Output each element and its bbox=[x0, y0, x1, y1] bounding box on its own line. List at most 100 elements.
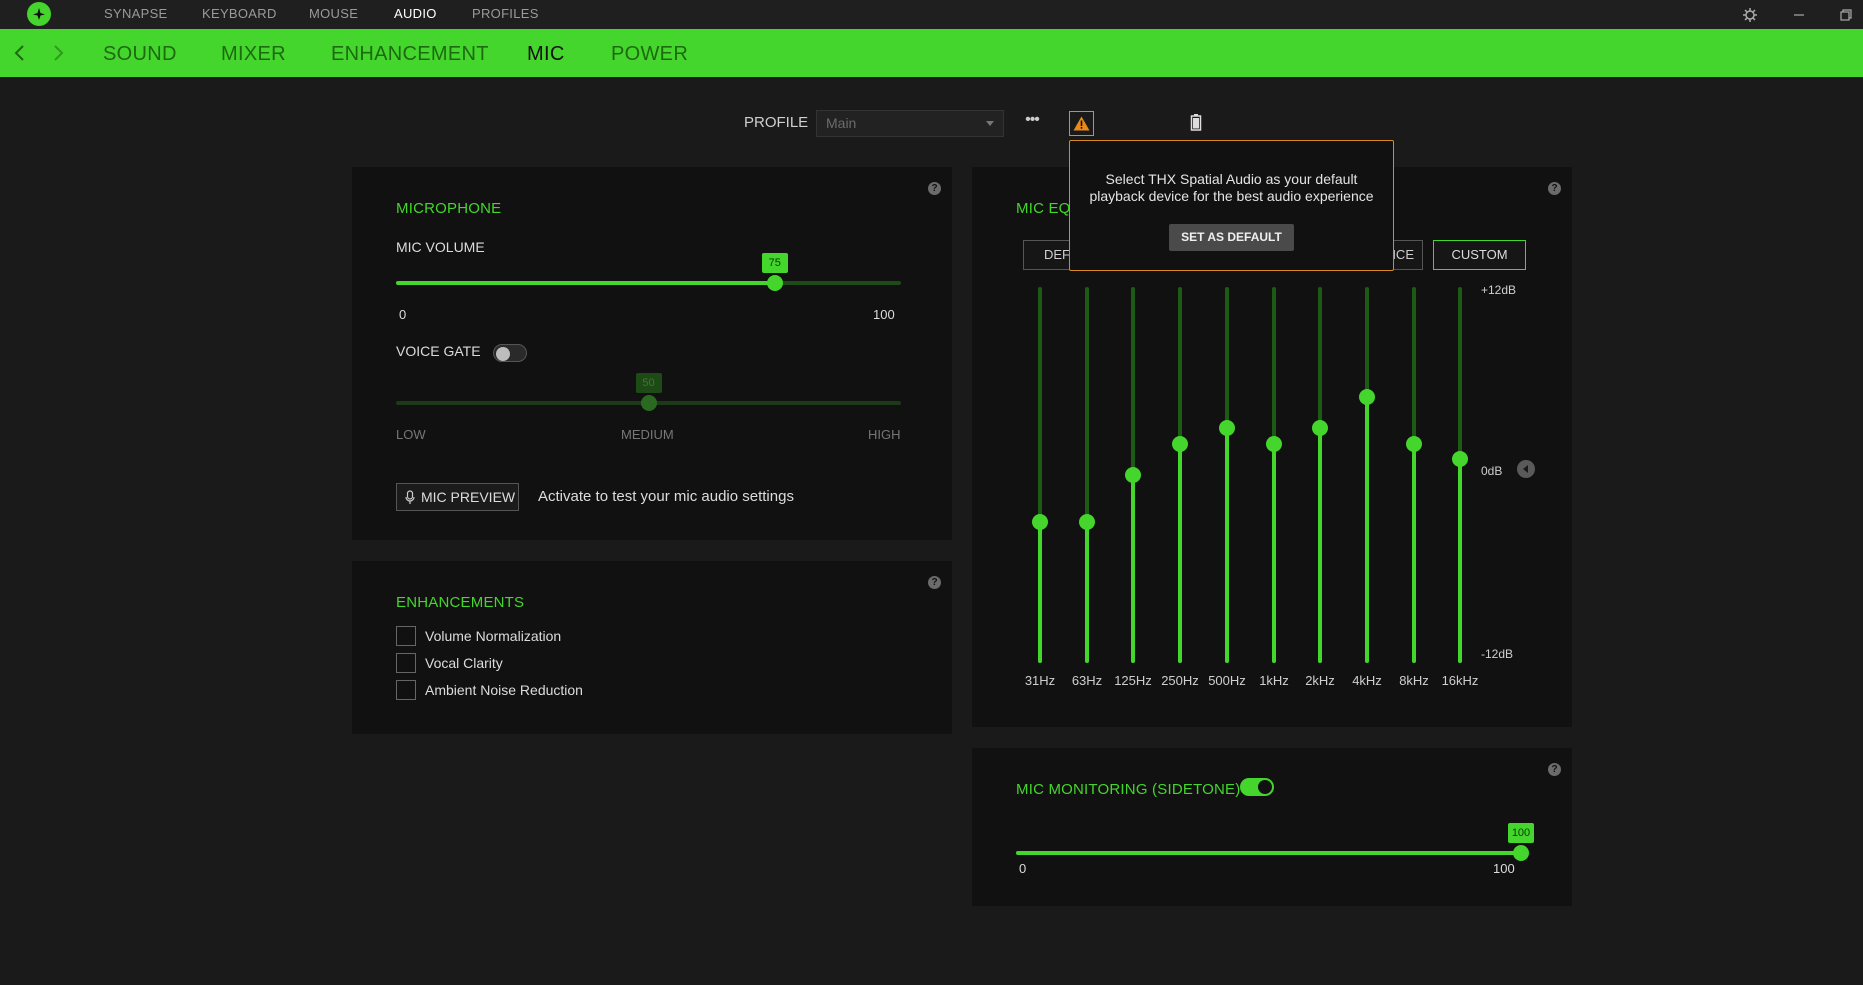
slider-thumb[interactable] bbox=[640, 395, 657, 411]
chevron-down-icon bbox=[986, 121, 994, 126]
mic-volume-max: 100 bbox=[873, 307, 895, 322]
eq-band-thumb[interactable] bbox=[1359, 388, 1375, 405]
mic-monitoring-panel: ? MIC MONITORING (SIDETONE) 100 0 100 bbox=[972, 748, 1572, 906]
enhancements-panel: ? ENHANCEMENTS Volume Normalization Voca… bbox=[352, 561, 952, 734]
sub-nav-bar: SOUND MIXER ENHANCEMENT MIC POWER bbox=[0, 29, 1863, 77]
eq-band-fill bbox=[1318, 428, 1322, 663]
mic-preview-label: MIC PREVIEW bbox=[421, 489, 516, 505]
more-options-button[interactable]: ••• bbox=[1021, 110, 1043, 136]
back-arrow-icon[interactable] bbox=[9, 42, 31, 64]
tab-profiles[interactable]: PROFILES bbox=[472, 0, 539, 29]
ambient-noise-reduction-checkbox[interactable] bbox=[396, 680, 416, 700]
eq-band-fill bbox=[1272, 443, 1276, 663]
mic-monitoring-title: MIC MONITORING (SIDETONE) bbox=[1016, 781, 1241, 798]
mic-volume-min: 0 bbox=[399, 307, 407, 322]
tab-keyboard[interactable]: KEYBOARD bbox=[202, 0, 277, 29]
tab-enhancement[interactable]: ENHANCEMENT bbox=[331, 29, 489, 77]
microphone-icon bbox=[405, 490, 415, 504]
slider-fill bbox=[1016, 851, 1521, 855]
eq-band-fill bbox=[1365, 396, 1369, 663]
slider-thumb[interactable] bbox=[766, 275, 783, 291]
voice-gate-slider[interactable]: 50 bbox=[396, 373, 901, 425]
eq-band-thumb[interactable] bbox=[1079, 514, 1095, 530]
mic-monitoring-min: 0 bbox=[1019, 861, 1027, 876]
tab-audio[interactable]: AUDIO bbox=[394, 0, 437, 29]
eq-band-fill bbox=[1178, 443, 1182, 663]
tab-power[interactable]: POWER bbox=[611, 29, 688, 77]
help-icon[interactable]: ? bbox=[1548, 763, 1561, 776]
eq-band-thumb[interactable] bbox=[1312, 420, 1328, 436]
eq-band-fill bbox=[1038, 522, 1042, 663]
enhancements-title: ENHANCEMENTS bbox=[396, 594, 525, 611]
eq-band-thumb[interactable] bbox=[1452, 451, 1468, 468]
popup-message: Select THX Spatial Audio as your default… bbox=[1089, 171, 1374, 204]
eq-band-slider[interactable] bbox=[1160, 287, 1200, 663]
eq-preset-custom-button[interactable]: CUSTOM bbox=[1433, 240, 1526, 270]
slider-fill bbox=[396, 281, 775, 285]
volume-normalization-checkbox[interactable] bbox=[396, 626, 416, 646]
vocal-clarity-checkbox[interactable] bbox=[396, 653, 416, 673]
voice-gate-toggle[interactable] bbox=[493, 344, 527, 362]
eq-band-slider[interactable] bbox=[1207, 287, 1247, 663]
tab-mixer[interactable]: MIXER bbox=[221, 29, 286, 77]
eq-band-thumb[interactable] bbox=[1125, 467, 1141, 483]
eq-band-slider[interactable] bbox=[1300, 287, 1340, 663]
eq-reset-arrow-icon[interactable] bbox=[1517, 460, 1535, 478]
top-bar: SYNAPSE KEYBOARD MOUSE AUDIO PROFILES bbox=[0, 0, 1863, 29]
thx-default-popup: Select THX Spatial Audio as your default… bbox=[1069, 140, 1394, 271]
eq-band-thumb[interactable] bbox=[1172, 435, 1188, 452]
eq-band-slider[interactable] bbox=[1020, 287, 1060, 663]
microphone-title: MICROPHONE bbox=[396, 200, 502, 217]
eq-band-label: 16kHz bbox=[1441, 673, 1479, 688]
mic-volume-slider[interactable]: 75 bbox=[396, 253, 901, 315]
eq-band-thumb[interactable] bbox=[1032, 514, 1048, 530]
eq-db-top: +12dB bbox=[1481, 283, 1517, 297]
mic-monitoring-slider[interactable]: 100 bbox=[1016, 823, 1534, 875]
help-icon[interactable]: ? bbox=[928, 182, 941, 195]
mic-preview-button[interactable]: MIC PREVIEW bbox=[396, 483, 519, 511]
maximize-icon[interactable] bbox=[1836, 5, 1856, 25]
profile-label: PROFILE bbox=[744, 114, 809, 131]
profile-selected-value: Main bbox=[826, 115, 857, 131]
help-icon[interactable]: ? bbox=[1548, 182, 1561, 195]
voice-gate-value: 50 bbox=[635, 373, 662, 393]
mic-volume-value: 75 bbox=[761, 253, 788, 273]
set-as-default-button[interactable]: SET AS DEFAULT bbox=[1169, 224, 1294, 251]
eq-band-slider[interactable] bbox=[1113, 287, 1153, 663]
eq-db-bottom: -12dB bbox=[1481, 647, 1514, 661]
warning-icon bbox=[1073, 116, 1090, 131]
slider-thumb[interactable] bbox=[1513, 845, 1529, 861]
warning-button[interactable] bbox=[1069, 111, 1094, 136]
tab-synapse[interactable]: SYNAPSE bbox=[104, 0, 168, 29]
tab-mic[interactable]: MIC bbox=[527, 29, 565, 77]
help-icon[interactable]: ? bbox=[928, 576, 941, 589]
eq-band-thumb[interactable] bbox=[1406, 435, 1422, 452]
razer-logo-icon[interactable] bbox=[27, 2, 51, 26]
eq-band-fill bbox=[1131, 475, 1135, 663]
eq-band-slider[interactable] bbox=[1440, 287, 1480, 663]
eq-band-slider[interactable] bbox=[1394, 287, 1434, 663]
eq-band-thumb[interactable] bbox=[1266, 435, 1282, 452]
mic-monitoring-value: 100 bbox=[1508, 823, 1534, 843]
eq-db-mid: 0dB bbox=[1481, 464, 1503, 478]
tab-mouse[interactable]: MOUSE bbox=[309, 0, 358, 29]
settings-gear-icon[interactable] bbox=[1740, 5, 1760, 25]
eq-band-thumb[interactable] bbox=[1219, 420, 1235, 436]
microphone-panel: ? MICROPHONE MIC VOLUME 75 0 100 VOICE G… bbox=[352, 167, 952, 540]
toggle-knob bbox=[496, 347, 510, 361]
voice-gate-label: VOICE GATE bbox=[396, 343, 481, 359]
voice-gate-high: HIGH bbox=[868, 427, 901, 442]
eq-band-slider[interactable] bbox=[1067, 287, 1107, 663]
eq-band-fill bbox=[1412, 443, 1416, 663]
minimize-icon[interactable] bbox=[1789, 5, 1809, 25]
tab-sound[interactable]: SOUND bbox=[103, 29, 177, 77]
mic-monitoring-toggle[interactable] bbox=[1240, 778, 1274, 796]
toggle-knob bbox=[1258, 780, 1272, 794]
battery-icon[interactable] bbox=[1190, 113, 1202, 133]
eq-band-slider[interactable] bbox=[1254, 287, 1294, 663]
eq-band-slider[interactable] bbox=[1347, 287, 1387, 663]
profile-dropdown[interactable]: Main bbox=[816, 110, 1004, 137]
ambient-noise-reduction-label: Ambient Noise Reduction bbox=[425, 682, 583, 698]
mic-volume-label: MIC VOLUME bbox=[396, 239, 485, 255]
forward-arrow-icon[interactable] bbox=[47, 42, 69, 64]
